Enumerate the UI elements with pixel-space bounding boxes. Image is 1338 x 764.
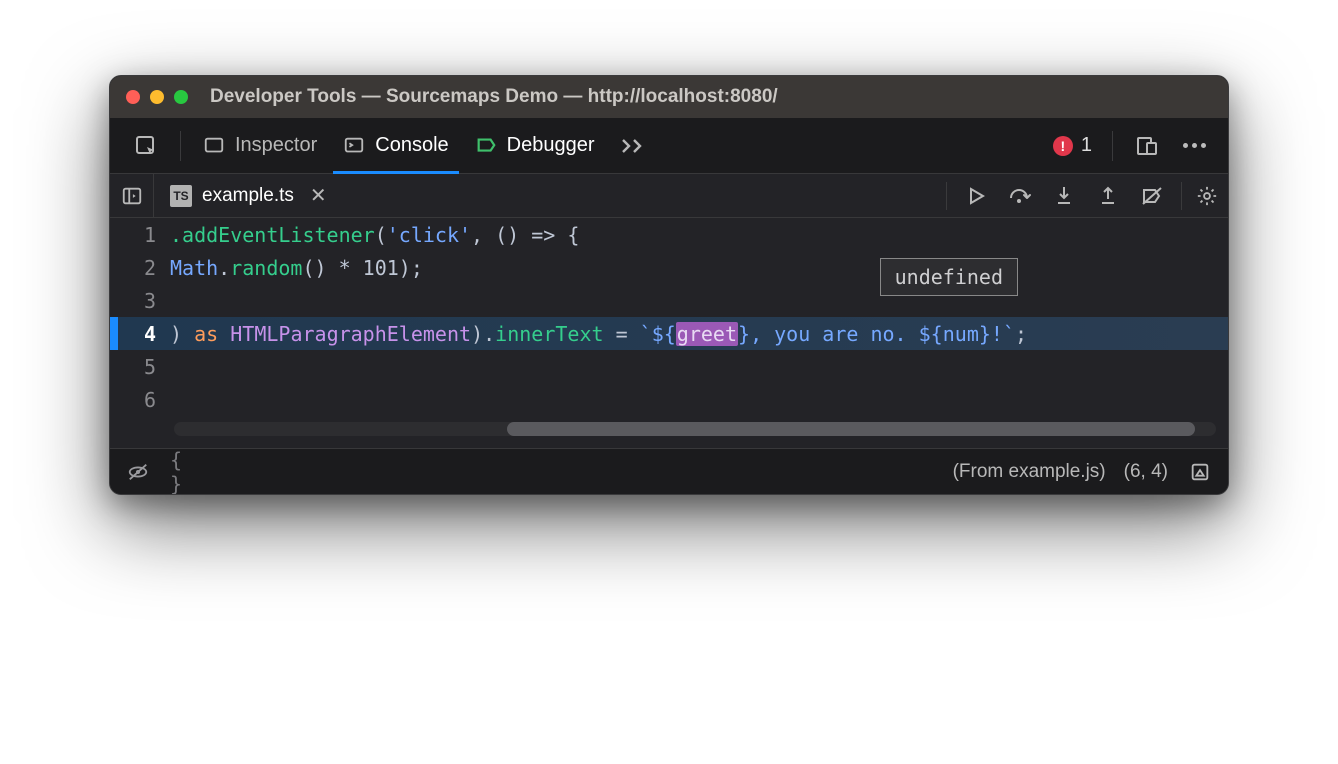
tab-label: Inspector: [235, 134, 317, 157]
step-out-button[interactable]: [1087, 175, 1129, 217]
close-tab-button[interactable]: ✕: [304, 183, 333, 208]
code-editor[interactable]: undefined 1 .addEventListener('click', (…: [110, 218, 1228, 448]
blackbox-icon[interactable]: [124, 458, 152, 486]
cursor-position: (6, 4): [1124, 461, 1168, 483]
code-line-current[interactable]: 4 ) as HTMLParagraphElement).innerText =…: [110, 317, 1228, 350]
error-count: 1: [1081, 134, 1092, 157]
horizontal-scrollbar[interactable]: [174, 422, 1216, 436]
editor-footer: { } (From example.js) (6, 4): [110, 448, 1228, 494]
file-tab[interactable]: TS example.ts ✕: [154, 174, 349, 217]
debugger-settings-button[interactable]: [1186, 175, 1228, 217]
minimize-window-button[interactable]: [150, 90, 164, 104]
code-line[interactable]: 3: [110, 284, 1228, 317]
pick-element-button[interactable]: [124, 118, 168, 173]
resume-button[interactable]: [955, 175, 997, 217]
debugger-subbar: TS example.ts ✕: [110, 174, 1228, 218]
pretty-print-icon[interactable]: { }: [170, 458, 198, 486]
scrollbar-thumb[interactable]: [507, 422, 1195, 436]
file-name: example.ts: [202, 185, 294, 207]
titlebar: Developer Tools — Sourcemaps Demo — http…: [110, 76, 1228, 118]
window-title: Developer Tools — Sourcemaps Demo — http…: [210, 86, 778, 108]
devtools-window: Developer Tools — Sourcemaps Demo — http…: [109, 75, 1229, 495]
toggle-sources-pane[interactable]: [110, 174, 154, 217]
error-icon: !: [1053, 136, 1073, 156]
errors-indicator[interactable]: ! 1: [1045, 134, 1100, 157]
main-toolbar: Inspector Console Debugger ! 1: [110, 118, 1228, 174]
deactivate-breakpoints-button[interactable]: [1131, 175, 1173, 217]
code-line[interactable]: 2 Math.random() * 101);: [110, 251, 1228, 284]
step-in-button[interactable]: [1043, 175, 1085, 217]
divider: [1112, 131, 1113, 161]
code-line[interactable]: 6: [110, 383, 1228, 416]
tab-label: Console: [375, 134, 448, 157]
ts-icon: TS: [170, 185, 192, 207]
tab-inspector[interactable]: Inspector: [193, 118, 327, 173]
traffic-lights: [126, 90, 188, 104]
responsive-mode-button[interactable]: [1125, 118, 1169, 173]
tab-debugger[interactable]: Debugger: [465, 118, 605, 173]
code-line[interactable]: 1 .addEventListener('click', () => {: [110, 218, 1228, 251]
overflow-tabs-button[interactable]: [611, 118, 657, 173]
divider: [180, 131, 181, 161]
menu-button[interactable]: [1175, 143, 1214, 148]
debugger-controls: [951, 175, 1177, 217]
tab-label: Debugger: [507, 134, 595, 157]
sourcemap-icon[interactable]: [1186, 458, 1214, 486]
source-from-label: (From example.js): [953, 461, 1106, 483]
code-line[interactable]: 5: [110, 350, 1228, 383]
close-window-button[interactable]: [126, 90, 140, 104]
step-over-button[interactable]: [999, 175, 1041, 217]
tab-console[interactable]: Console: [333, 118, 458, 173]
maximize-window-button[interactable]: [174, 90, 188, 104]
